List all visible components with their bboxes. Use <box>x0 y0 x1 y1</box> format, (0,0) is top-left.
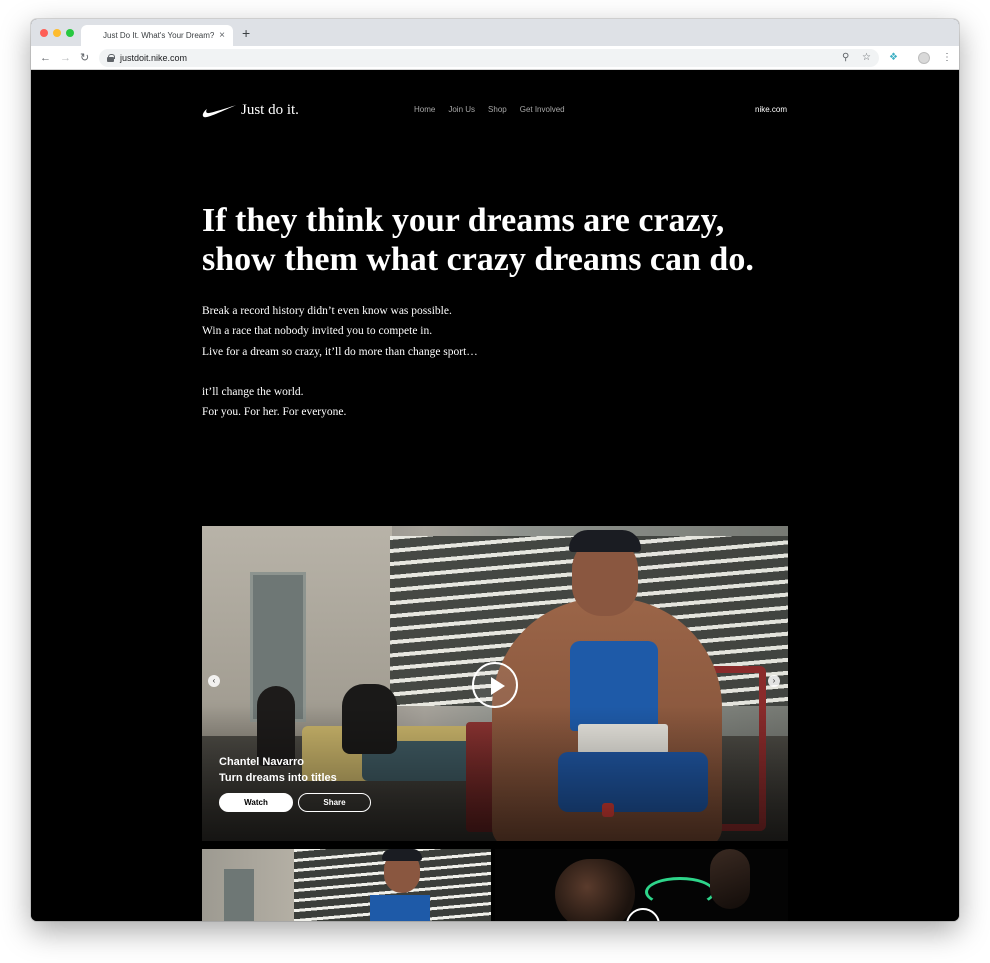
star-icon[interactable]: ☆ <box>862 50 871 66</box>
thumbnail-door <box>224 869 254 921</box>
featured-video-card[interactable]: ‹ › Chantel Navarro Turn dreams into tit… <box>202 526 788 841</box>
thumbnail-arm <box>710 849 750 909</box>
thumbnail-athlete <box>555 859 635 921</box>
thumbnail-racket <box>645 877 715 907</box>
video-thumbnail[interactable] <box>495 849 788 921</box>
watch-button[interactable]: Watch <box>219 793 293 812</box>
headline-line: show them what crazy dreams can do. <box>202 241 754 278</box>
nav-item-join-us[interactable]: Join Us <box>448 105 475 114</box>
browser-toolbar: ← → ↻ justdoit.nike.com ⚲ ☆ ❖ ⋮ <box>31 46 959 70</box>
copy-line: Live for a dream so crazy, it’ll do more… <box>202 345 478 358</box>
wordmark: Just do it. <box>241 102 299 118</box>
menu-icon[interactable]: ⋮ <box>942 50 952 66</box>
video-thumbnail[interactable] <box>202 849 491 921</box>
extension-icon[interactable]: ❖ <box>889 50 898 66</box>
lock-icon <box>107 54 115 62</box>
share-button[interactable]: Share <box>298 793 371 812</box>
address-bar[interactable]: justdoit.nike.com <box>99 49 879 67</box>
reload-icon[interactable]: ↻ <box>80 50 89 66</box>
tab-title: Just Do It. What's Your Dream? <box>103 31 215 40</box>
play-icon[interactable] <box>472 662 518 708</box>
main-nav: Home Join Us Shop Get Involved <box>414 105 578 114</box>
browser-window: Just Do It. What's Your Dream? × + ← → ↻… <box>31 19 959 921</box>
forward-arrow-icon[interactable]: → <box>60 50 71 66</box>
video-caption: Chantel Navarro Turn dreams into titles <box>219 755 337 786</box>
nav-item-get-involved[interactable]: Get Involved <box>520 105 565 114</box>
minimize-window-button[interactable] <box>53 29 61 37</box>
athlete-name: Chantel Navarro <box>219 756 304 768</box>
browser-tab[interactable]: Just Do It. What's Your Dream? × <box>81 25 233 46</box>
nav-item-shop[interactable]: Shop <box>488 105 507 114</box>
zoom-icon[interactable]: ⚲ <box>842 50 849 66</box>
carousel-prev-icon[interactable]: ‹ <box>208 675 220 687</box>
thumbnail-athlete-top <box>370 895 430 921</box>
manifesto-copy: Break a record history didn’t even know … <box>202 301 478 422</box>
nike-swoosh-icon <box>202 104 237 117</box>
headline: If they think your dreams are crazy, sho… <box>202 201 802 279</box>
nav-item-home[interactable]: Home <box>414 105 435 114</box>
profile-icon[interactable] <box>918 52 930 64</box>
headline-line: If they think your dreams are crazy, <box>202 202 725 239</box>
nike-com-link[interactable]: nike.com <box>755 105 787 114</box>
copy-line: it’ll change the world. <box>202 385 304 398</box>
tab-strip: Just Do It. What's Your Dream? × + <box>31 19 959 46</box>
url-text[interactable]: justdoit.nike.com <box>120 53 187 63</box>
carousel-next-icon[interactable]: › <box>768 675 780 687</box>
new-tab-button[interactable]: + <box>242 26 250 40</box>
page-content: Just do it. Home Join Us Shop Get Involv… <box>31 70 959 921</box>
tab-close-icon[interactable]: × <box>219 30 225 41</box>
maximize-window-button[interactable] <box>66 29 74 37</box>
athlete-headband <box>569 530 641 552</box>
close-window-button[interactable] <box>40 29 48 37</box>
copy-line: Break a record history didn’t even know … <box>202 305 452 317</box>
site-logo[interactable]: Just do it. <box>202 102 299 119</box>
video-subtitle: Turn dreams into titles <box>219 771 337 784</box>
copy-line: For you. For her. For everyone. <box>202 406 347 419</box>
back-arrow-icon[interactable]: ← <box>40 50 51 66</box>
copy-line: Win a race that nobody invited you to co… <box>202 325 433 338</box>
thumbnail-headband <box>382 849 422 861</box>
